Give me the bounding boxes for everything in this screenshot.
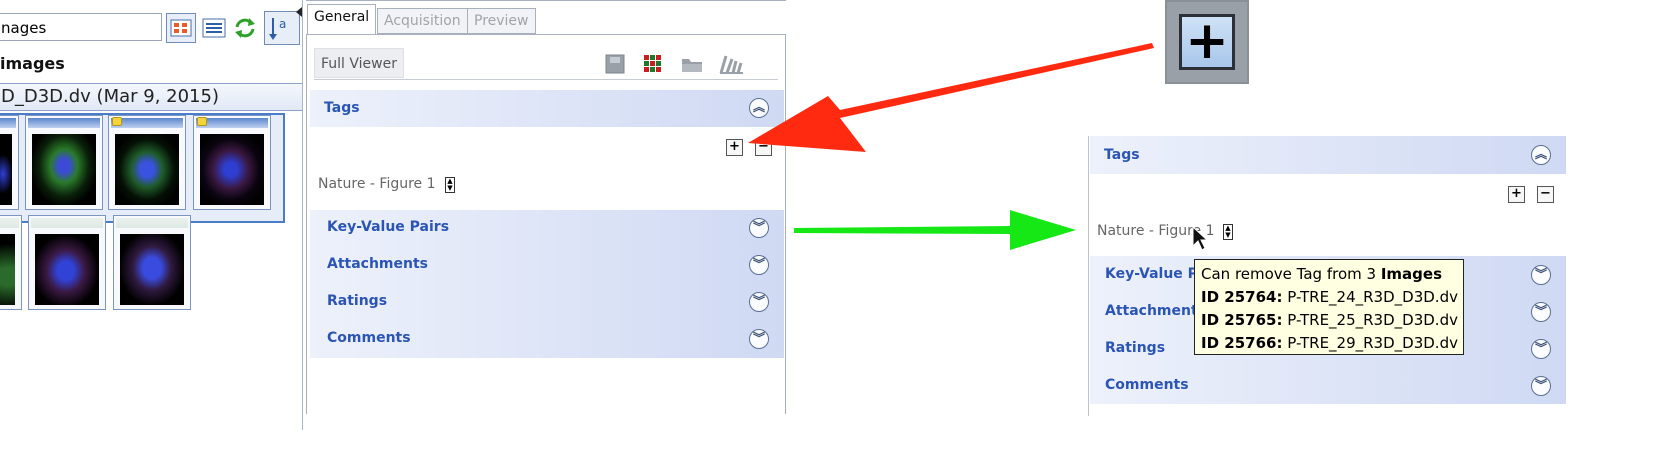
- section-key-value-pairs[interactable]: Key-Value Pairs: [327, 219, 449, 235]
- spinner-icon[interactable]: ▲ ▼: [1223, 224, 1233, 240]
- tab-general[interactable]: General: [307, 4, 377, 35]
- list-view-button[interactable]: [201, 15, 227, 41]
- list-view-icon: [202, 18, 226, 38]
- color-channels-icon: [644, 55, 661, 72]
- tooltip-row: ID 25764: P-TRE_24_R3D_D3D.dv: [1201, 288, 1458, 306]
- remove-tag-tooltip: Can remove Tag from 3 Images ID 25764: P…: [1194, 259, 1464, 355]
- thumbnail-grid: [0, 113, 285, 223]
- remove-tag-button[interactable]: −: [1537, 186, 1554, 203]
- green-arrow-icon: [794, 210, 1076, 250]
- open-folder-button[interactable]: [680, 53, 702, 75]
- chevron-down-icon: ︾: [752, 294, 765, 308]
- chevron-down-icon: ︾: [752, 331, 765, 345]
- section-tags[interactable]: Tags: [1090, 136, 1566, 174]
- section-title: Tags: [1104, 147, 1140, 163]
- sort-button[interactable]: a: [264, 11, 300, 45]
- tooltip-row: ID 25766: P-TRE_29_R3D_D3D.dv: [1201, 334, 1458, 352]
- add-tag-button[interactable]: +: [1508, 186, 1525, 203]
- tab-acquisition[interactable]: Acquisition: [377, 8, 468, 34]
- splitter-arrow-icon[interactable]: [296, 2, 302, 17]
- save-icon: [605, 54, 625, 74]
- expand-ratings-button[interactable]: ︾: [749, 292, 769, 312]
- annotation-icon: [197, 117, 207, 126]
- full-viewer-button[interactable]: Full Viewer: [314, 48, 404, 78]
- chevron-up-icon: ︽: [1534, 147, 1547, 161]
- tab-preview[interactable]: Preview: [467, 8, 536, 34]
- expand-comments-button[interactable]: ︾: [749, 329, 769, 349]
- zoomed-add-button: +: [1165, 0, 1249, 84]
- top-border: [306, 0, 786, 1]
- refresh-icon: [235, 18, 255, 38]
- tooltip-title: Can remove Tag from 3 Images: [1201, 265, 1443, 283]
- refresh-button[interactable]: [232, 15, 258, 41]
- tooltip-row: ID 25765: P-TRE_25_R3D_D3D.dv: [1201, 311, 1458, 329]
- expand-ratings-button[interactable]: ︾: [1531, 339, 1551, 359]
- thumbnail[interactable]: [113, 215, 191, 310]
- expand-comments-button[interactable]: ︾: [1531, 376, 1551, 396]
- section-ratings[interactable]: Ratings: [327, 293, 387, 309]
- section-attachments[interactable]: Attachments: [1105, 303, 1206, 319]
- spinner-icon[interactable]: ▲ ▼: [445, 177, 455, 193]
- tag-label[interactable]: Nature - Figure 1: [318, 176, 436, 192]
- chart-button[interactable]: [718, 53, 743, 75]
- image-browser-pane: nages a images D_D3D.dv (Mar 9, 2015): [0, 0, 303, 430]
- section-comments[interactable]: Comments: [1105, 377, 1189, 393]
- section-tags[interactable]: Tags: [310, 90, 784, 127]
- thumbnail-view-icon: [170, 19, 192, 37]
- svg-text:a: a: [279, 17, 286, 31]
- section-attachments[interactable]: Attachments: [327, 256, 428, 272]
- add-icon: +: [1511, 186, 1522, 201]
- thumbnail[interactable]: [0, 115, 19, 210]
- sort-icon: a: [269, 17, 286, 40]
- expand-key-value-button[interactable]: ︾: [1531, 265, 1551, 285]
- thumbnail[interactable]: [193, 115, 271, 210]
- section-comments[interactable]: Comments: [327, 330, 411, 346]
- folder-icon: [682, 59, 702, 72]
- chevron-down-icon: ︾: [1534, 341, 1547, 355]
- chevron-down-icon: ︾: [1534, 378, 1547, 392]
- chevron-down-icon: ︾: [1534, 304, 1547, 318]
- color-channels-button[interactable]: [642, 53, 664, 75]
- save-button[interactable]: [604, 53, 626, 75]
- section-key-value-pairs[interactable]: Key-Value P: [1105, 266, 1198, 282]
- section-title: Tags: [324, 100, 360, 116]
- viewer-toolbar: Full Viewer: [314, 48, 778, 80]
- group-title: images: [0, 54, 65, 73]
- remove-icon: −: [1540, 186, 1551, 201]
- mouse-cursor-icon: [1192, 226, 1208, 251]
- collapse-tags-button[interactable]: ︽: [1531, 145, 1551, 165]
- search-input[interactable]: nages: [0, 13, 162, 41]
- chevron-down-icon: ︾: [1534, 267, 1547, 281]
- thumbnail-view-button[interactable]: [166, 13, 196, 43]
- expand-attachments-button[interactable]: ︾: [1531, 302, 1551, 322]
- thumbnail[interactable]: [25, 115, 103, 210]
- thumbnail[interactable]: [28, 215, 106, 310]
- dataset-title-bar[interactable]: D_D3D.dv (Mar 9, 2015): [0, 83, 302, 111]
- metadata-tab-strip: General Acquisition Preview: [306, 0, 786, 38]
- add-icon: +: [1179, 14, 1235, 70]
- thumbnail[interactable]: [0, 215, 22, 310]
- section-ratings[interactable]: Ratings: [1105, 340, 1165, 356]
- thumbnail[interactable]: [108, 115, 186, 210]
- add-icon: +: [729, 139, 740, 154]
- annotation-icon: [112, 117, 122, 126]
